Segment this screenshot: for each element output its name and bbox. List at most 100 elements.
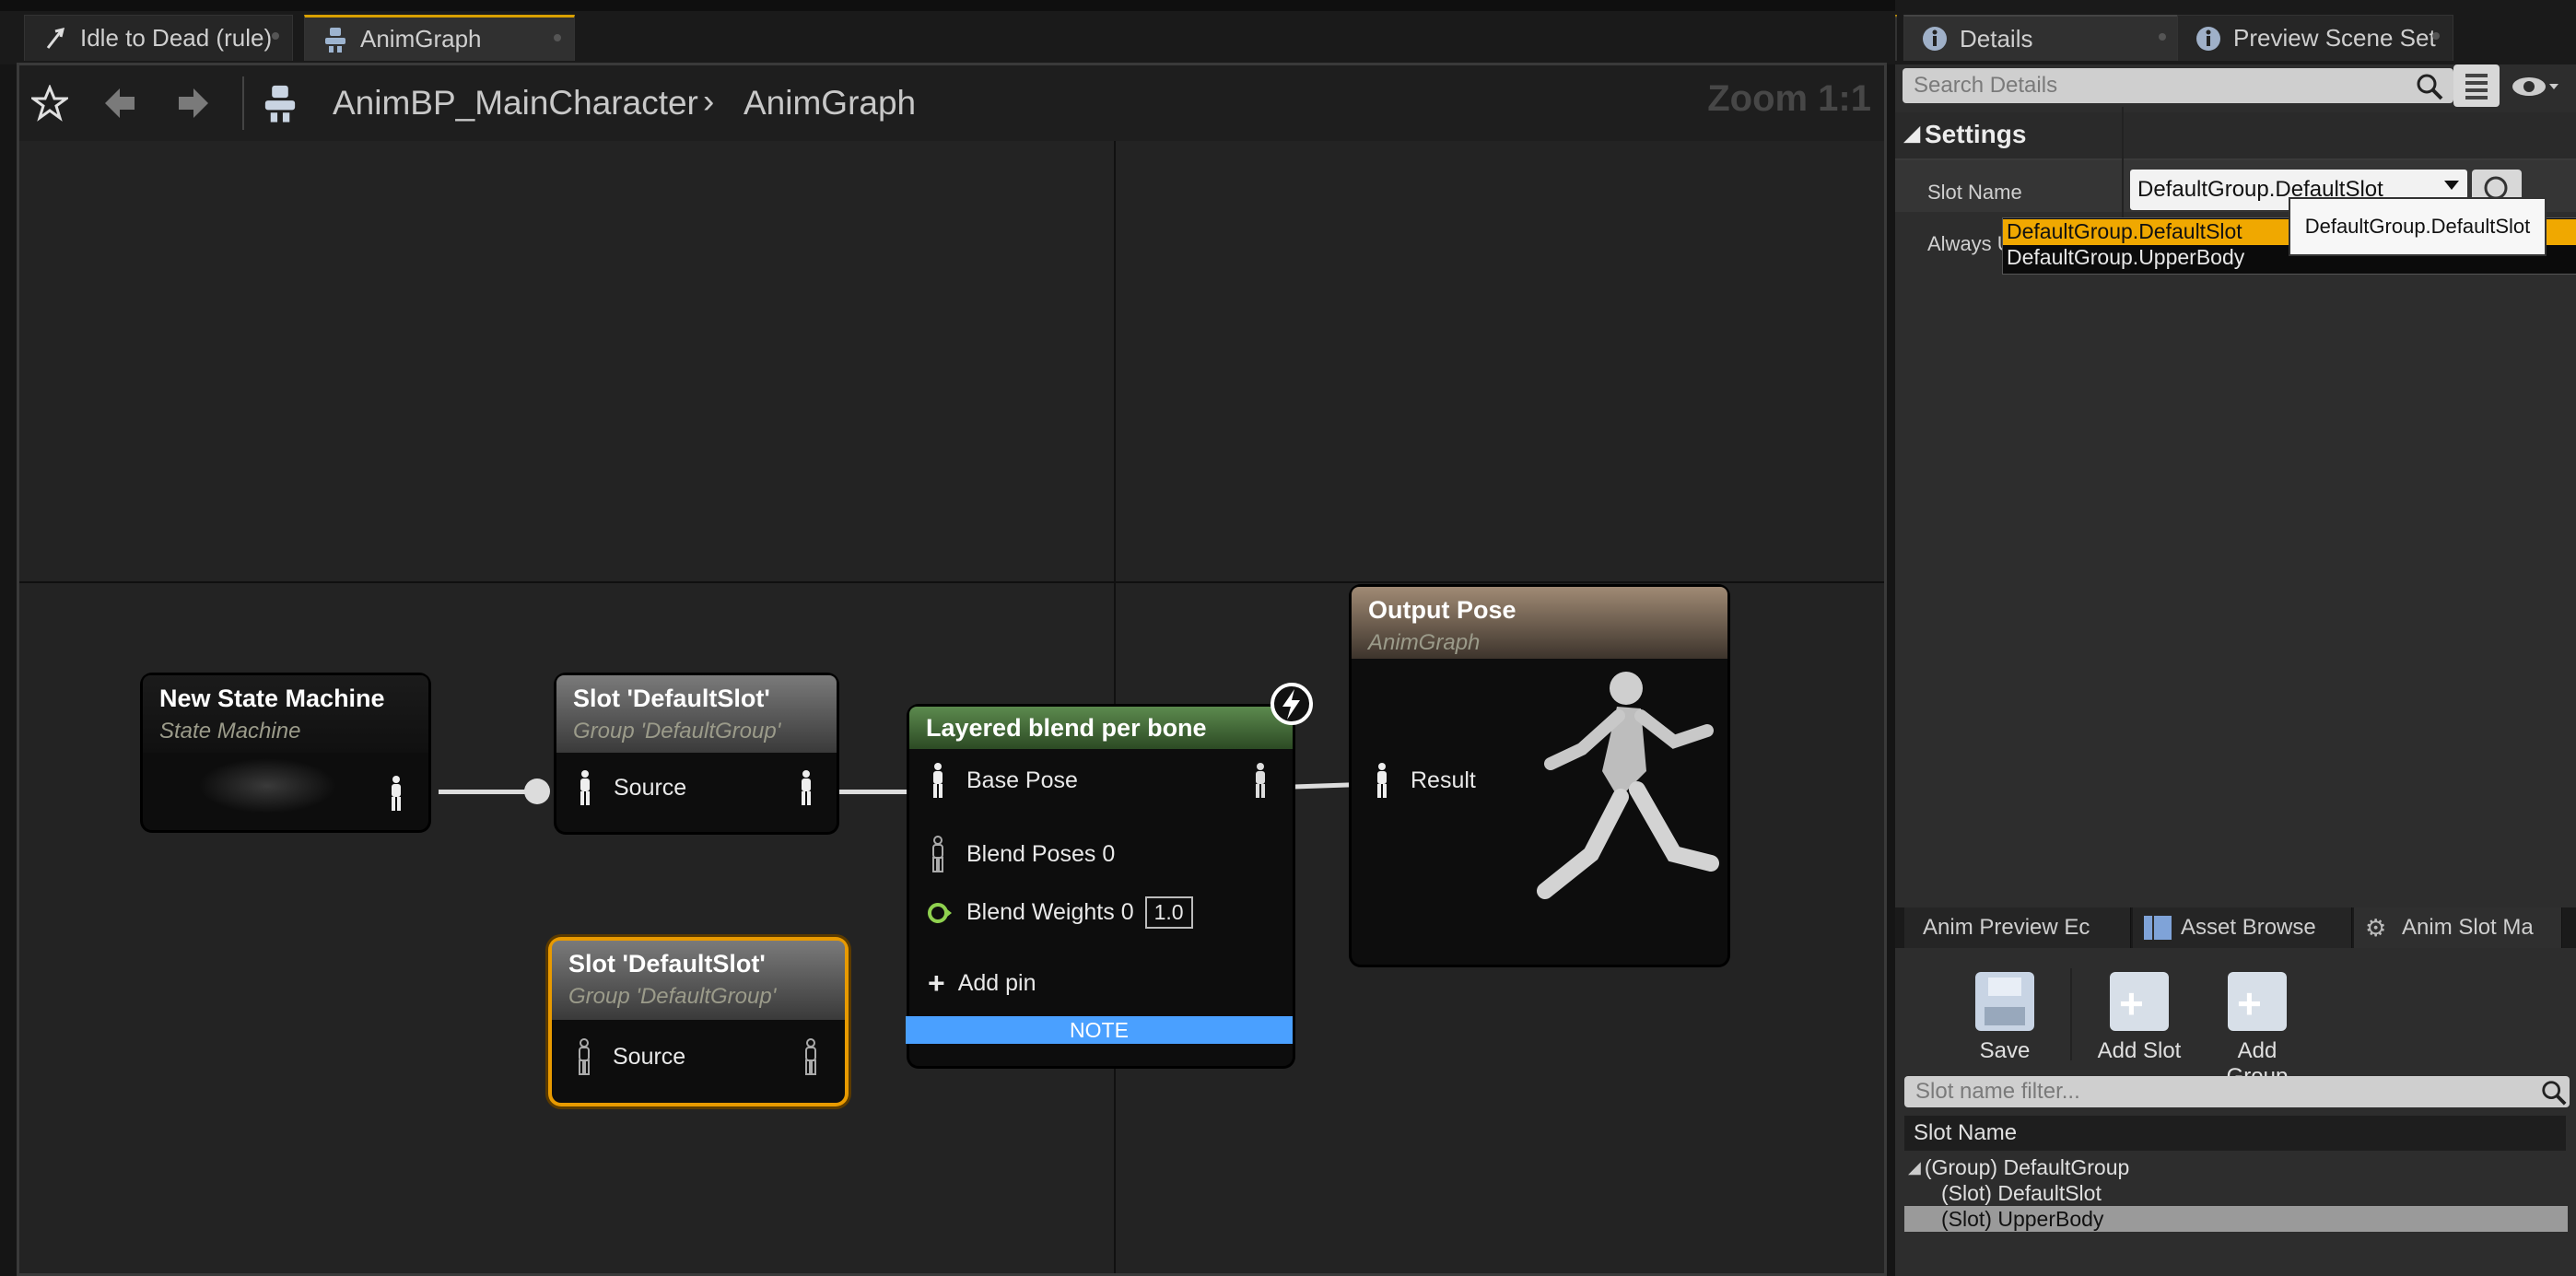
- back-arrow-icon[interactable]: [95, 78, 145, 128]
- pin-label: Base Pose: [966, 767, 1078, 793]
- graph-toolbar: AnimBP_MainCharacter › AnimGraph Zoom 1:…: [19, 65, 1884, 141]
- forward-arrow-icon[interactable]: [169, 78, 218, 128]
- breadcrumb-blueprint[interactable]: AnimBP_MainCharacter: [333, 84, 698, 123]
- node-title: Slot 'DefaultSlot': [568, 950, 766, 977]
- anim-graph-icon: [322, 26, 349, 53]
- category-title: Settings: [1925, 120, 2027, 148]
- tab-animgraph[interactable]: AnimGraph: [304, 15, 575, 61]
- node-header: Slot 'DefaultSlot' Group 'DefaultGroup': [552, 941, 845, 1020]
- tree-item-label: (Group) DefaultGroup: [1924, 1154, 2130, 1179]
- node-title: Output Pose: [1368, 596, 1516, 624]
- close-icon[interactable]: [272, 32, 279, 40]
- tab-anim-preview-editor[interactable]: Anim Preview Ec: [1904, 907, 2131, 948]
- tab-idle-to-dead[interactable]: Idle to Dead (rule): [24, 15, 293, 61]
- view-options-button[interactable]: [2509, 68, 2564, 105]
- result-pin[interactable]: Result: [1374, 762, 1476, 799]
- pin-label: Blend Weights 0: [966, 899, 1134, 925]
- tree-item-slot[interactable]: (Slot) DefaultSlot: [1941, 1180, 2102, 1206]
- chevron-down-icon: [2444, 181, 2459, 190]
- pin-label: Blend Poses 0: [966, 840, 1116, 867]
- pin-label: Source: [613, 1043, 686, 1070]
- fast-path-icon: [1269, 681, 1315, 727]
- close-icon[interactable]: [2432, 32, 2440, 40]
- node-title: New State Machine: [159, 685, 385, 712]
- source-pin[interactable]: Source: [577, 769, 686, 806]
- pose-pin-icon: [933, 763, 943, 798]
- add-group-button[interactable]: + Add Group: [2207, 972, 2308, 1090]
- graph-editor-canvas[interactable]: AnimBP_MainCharacter › AnimGraph Zoom 1:…: [17, 63, 1887, 1276]
- close-icon[interactable]: [554, 34, 561, 41]
- blend-weights-pin[interactable]: Blend Weights 0 1.0: [926, 896, 1193, 929]
- settings-category-header[interactable]: ◢ Settings: [1895, 112, 2576, 160]
- tree-item-group[interactable]: ◢ (Group) DefaultGroup: [1908, 1154, 2129, 1180]
- search-details-input[interactable]: Search Details: [1903, 68, 2453, 103]
- tool-label: Add Slot: [2097, 1038, 2182, 1063]
- node-slot-defaultslot[interactable]: Slot 'DefaultSlot' Group 'DefaultGroup' …: [556, 675, 837, 832]
- tab-label: Idle to Dead (rule): [80, 24, 273, 52]
- node-note-bar[interactable]: NOTE: [906, 1016, 1293, 1044]
- blend-poses-pin[interactable]: Blend Poses 0: [930, 836, 1115, 872]
- node-header: New State Machine State Machine: [143, 675, 428, 753]
- expand-arrow-icon: ◢: [1908, 1157, 1921, 1176]
- pin-label: Result: [1411, 767, 1476, 793]
- tab-label: Preview Scene Set: [2233, 24, 2436, 52]
- asset-browser-icon: [2144, 916, 2172, 940]
- node-output-pose[interactable]: Output Pose AnimGraph Result: [1352, 587, 1727, 965]
- pose-pin-icon: [932, 836, 943, 872]
- details-panel: Details Preview Scene Set Search Details…: [1895, 0, 2576, 907]
- node-title: Layered blend per bone: [926, 714, 1207, 742]
- output-pose-pin[interactable]: [802, 1038, 819, 1075]
- anim-slot-manager-panel: Anim Preview Ec Asset Browse ⚙ Anim Slot…: [1895, 907, 2576, 1276]
- node-state-machine[interactable]: New State Machine State Machine: [143, 675, 428, 830]
- tree-item-label: (Slot) DefaultSlot: [1941, 1180, 2102, 1205]
- pose-pin-icon: [805, 1038, 816, 1075]
- anim-blueprint-icon: [255, 78, 305, 128]
- pose-pin-icon: [579, 1038, 590, 1075]
- slot-name-label: Slot Name: [1927, 181, 2022, 204]
- tree-item-slot-selected[interactable]: (Slot) UpperBody: [1904, 1206, 2568, 1232]
- list-icon: [2465, 74, 2488, 100]
- base-pose-pin[interactable]: Base Pose: [930, 762, 1078, 799]
- node-header: Layered blend per bone: [909, 707, 1293, 749]
- tab-anim-slot-manager[interactable]: ⚙ Anim Slot Ma: [2354, 907, 2562, 948]
- pose-pin-icon: [392, 776, 401, 811]
- plus-icon: +: [928, 966, 945, 1000]
- add-slot-button[interactable]: + Add Slot: [2089, 972, 2190, 1064]
- output-pose-pin[interactable]: [388, 775, 404, 812]
- tab-label: Anim Slot Ma: [2402, 915, 2534, 940]
- node-layered-blend-per-bone[interactable]: Layered blend per bone Base Pose Blend P…: [909, 707, 1293, 1066]
- add-pin-button[interactable]: + Add pin: [928, 966, 1036, 1001]
- node-title: Slot 'DefaultSlot': [573, 685, 770, 712]
- node-subtitle: State Machine: [159, 719, 301, 743]
- property-matrix-button[interactable]: [2453, 64, 2500, 107]
- output-pose-pin[interactable]: [1252, 762, 1269, 799]
- source-pin[interactable]: Source: [576, 1038, 685, 1075]
- output-pose-pin[interactable]: [798, 769, 814, 806]
- save-button[interactable]: Save: [1954, 972, 2055, 1064]
- node-header: Output Pose AnimGraph: [1352, 587, 1727, 659]
- state-machine-preview: [198, 758, 336, 814]
- tab-details[interactable]: Details: [1903, 15, 2180, 61]
- tab-label: Asset Browse: [2181, 915, 2316, 940]
- toolbar-divider: [242, 76, 244, 130]
- node-slot-defaultslot-selected[interactable]: Slot 'DefaultSlot' Group 'DefaultGroup' …: [552, 941, 845, 1103]
- pose-pin-icon: [580, 770, 590, 805]
- tab-asset-browser[interactable]: Asset Browse: [2133, 907, 2352, 948]
- pin-label: Source: [614, 774, 687, 801]
- search-icon: [2415, 72, 2444, 101]
- always-update-label: Always U: [1927, 232, 2012, 255]
- tab-label: AnimGraph: [360, 25, 482, 53]
- breadcrumb-graph[interactable]: AnimGraph: [744, 84, 916, 123]
- grid-major-line: [19, 581, 1884, 583]
- pose-pin-icon: [1256, 763, 1265, 798]
- add-group-icon: +: [2228, 972, 2287, 1031]
- close-icon[interactable]: [2159, 33, 2166, 41]
- info-icon: [1921, 25, 1949, 53]
- slot-name-column-header[interactable]: Slot Name: [1904, 1116, 2566, 1151]
- pose-wire-endpoint: [524, 778, 550, 804]
- blend-weight-input[interactable]: 1.0: [1144, 896, 1193, 929]
- node-header: Slot 'DefaultSlot' Group 'DefaultGroup': [556, 675, 837, 753]
- star-icon[interactable]: [25, 78, 75, 128]
- tab-preview-scene-settings[interactable]: Preview Scene Set: [2177, 15, 2453, 61]
- slot-name-filter-input[interactable]: Slot name filter...: [1904, 1076, 2570, 1107]
